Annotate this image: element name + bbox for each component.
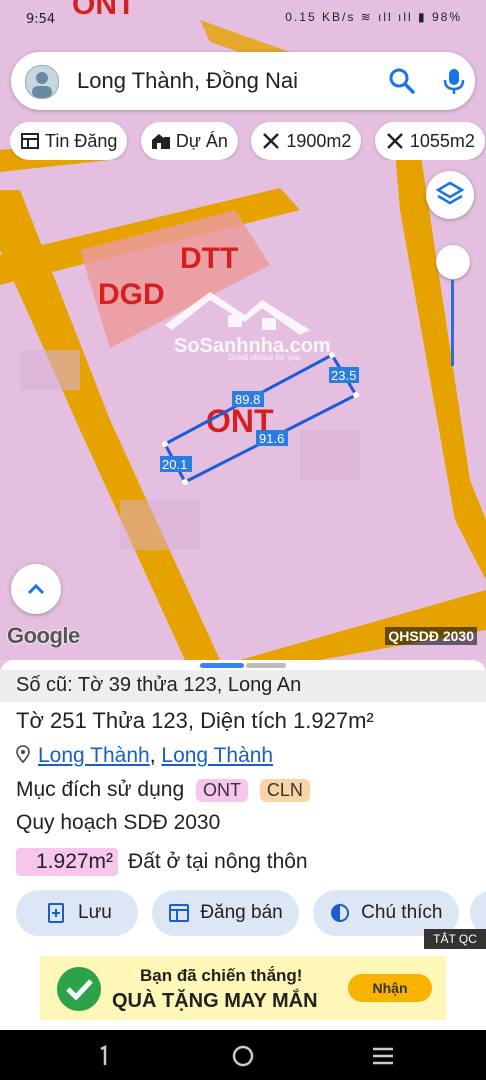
add-bookmark-icon xyxy=(46,902,68,924)
area-icon xyxy=(261,131,281,151)
layers-icon xyxy=(435,181,465,205)
chevron-up-icon xyxy=(27,583,45,595)
google-attribution: Google xyxy=(7,623,80,648)
location-row: Long Thành, Long Thành xyxy=(16,744,273,768)
sheet-handle[interactable] xyxy=(200,663,244,668)
opacity-slider-handle[interactable] xyxy=(436,245,470,279)
chip-label: Dự Án xyxy=(175,130,228,151)
search-icon[interactable] xyxy=(387,66,417,96)
chip-area-1055[interactable]: 1055m2 xyxy=(374,122,485,160)
opacity-slider-track[interactable] xyxy=(451,280,454,366)
edge-label-bottom: 91.6 xyxy=(259,431,284,446)
check-badge-icon xyxy=(54,964,104,1014)
zone-label-dgd: DGD xyxy=(98,278,165,311)
purpose-badge-ont: ONT xyxy=(196,779,248,802)
microphone-icon[interactable] xyxy=(439,66,469,96)
post-sale-button-label: Đăng bán xyxy=(200,902,283,923)
road-bottom xyxy=(240,590,486,660)
status-bar: 9:54 0.15 KB/s ≋ ıll ıll ▮ 98% xyxy=(0,0,486,38)
chip-label: 1900m2 xyxy=(286,130,352,151)
news-icon xyxy=(20,131,40,151)
chip-tin-dang[interactable]: Tin Đăng xyxy=(10,122,128,160)
parcel-vertex xyxy=(162,441,168,447)
edge-label-left: 20.1 xyxy=(162,457,187,472)
plan-label: Quy hoạch SDĐ 2030 xyxy=(16,811,221,834)
close-ad-button[interactable]: TẮT QC xyxy=(424,929,486,949)
purpose-row: Mục đích sử dụng ONT CLN xyxy=(16,778,310,802)
chip-area-1900[interactable]: 1900m2 xyxy=(251,122,362,160)
ad-headline: Bạn đã chiến thắng! xyxy=(140,966,303,985)
purpose-badge-cln: CLN xyxy=(259,779,310,802)
location-link-commune[interactable]: Long Thành xyxy=(161,744,273,767)
field-patch xyxy=(300,430,360,480)
chip-du-an[interactable]: Dự Án xyxy=(140,122,238,160)
ad-banner[interactable]: Bạn đã chiến thắng! QUÀ TẶNG MAY MẮN Nhậ… xyxy=(40,956,446,1020)
edge-label-right: 23.5 xyxy=(331,368,356,383)
parcel-vertex xyxy=(182,479,188,485)
layers-button[interactable] xyxy=(426,171,474,219)
purpose-label: Mục đích sử dụng xyxy=(16,778,185,801)
area-badge: 1.927m² xyxy=(16,848,119,876)
edge-label-top: 89.8 xyxy=(235,392,260,407)
area-row: 1.927m² Đất ở tại nông thôn xyxy=(16,848,308,876)
location-link-district[interactable]: Long Thành xyxy=(38,744,150,767)
old-parcel-row: Số cũ: Tờ 39 thửa 123, Long An xyxy=(0,670,486,702)
status-time: 9:54 xyxy=(26,12,56,27)
watermark-tagline: Great choice for you xyxy=(228,353,300,362)
post-icon xyxy=(168,902,190,924)
layer-name-badge: QHSDĐ 2030 xyxy=(385,627,477,645)
search-input[interactable]: Long Thành, Đồng Nai xyxy=(77,68,298,94)
contrast-icon xyxy=(329,902,351,924)
field-patch xyxy=(120,500,200,550)
filter-chips: Tin Đăng Dự Án 1900m2 1055m2 xyxy=(10,122,486,160)
sheet-handle-secondary[interactable] xyxy=(246,663,286,668)
search-bar[interactable]: Long Thành, Đồng Nai xyxy=(11,52,475,110)
save-button[interactable]: Lưu xyxy=(16,890,138,936)
field-patch xyxy=(20,350,80,390)
action-buttons: Lưu Đăng bán Chú thích xyxy=(16,890,469,936)
old-parcel-label: Số cũ: Tờ 39 thửa 123, Long An xyxy=(16,674,302,696)
location-pin-icon xyxy=(16,745,30,764)
parcel-vertex xyxy=(329,352,335,358)
ad-subheadline: QUÀ TẶNG MAY MẮN xyxy=(112,990,318,1012)
ad-cta-button[interactable]: Nhận xyxy=(348,974,432,1002)
parcel-vertex xyxy=(353,392,359,398)
area-icon xyxy=(385,131,405,151)
chip-label: Tin Đăng xyxy=(45,130,118,151)
area-description: Đất ở tại nông thôn xyxy=(128,850,308,873)
legend-button-label: Chú thích xyxy=(361,902,443,923)
parcel-title: Tờ 251 Thửa 123, Diện tích 1.927m² xyxy=(16,708,374,733)
status-icons: 0.15 KB/s ≋ ıll ıll ▮ 98% xyxy=(285,10,462,24)
save-button-label: Lưu xyxy=(78,902,112,923)
chip-label: 1055m2 xyxy=(409,130,475,151)
location-separator: , xyxy=(149,744,162,767)
home-nav-icon[interactable] xyxy=(230,1043,256,1069)
expand-button[interactable] xyxy=(11,564,61,614)
post-sale-button[interactable]: Đăng bán xyxy=(152,890,299,936)
system-nav-bar xyxy=(0,1030,486,1080)
avatar[interactable] xyxy=(25,65,59,99)
back-nav-icon[interactable] xyxy=(92,1043,118,1069)
recent-apps-icon[interactable] xyxy=(370,1043,396,1069)
building-icon xyxy=(151,131,171,151)
zone-label-dtt: DTT xyxy=(180,242,238,275)
